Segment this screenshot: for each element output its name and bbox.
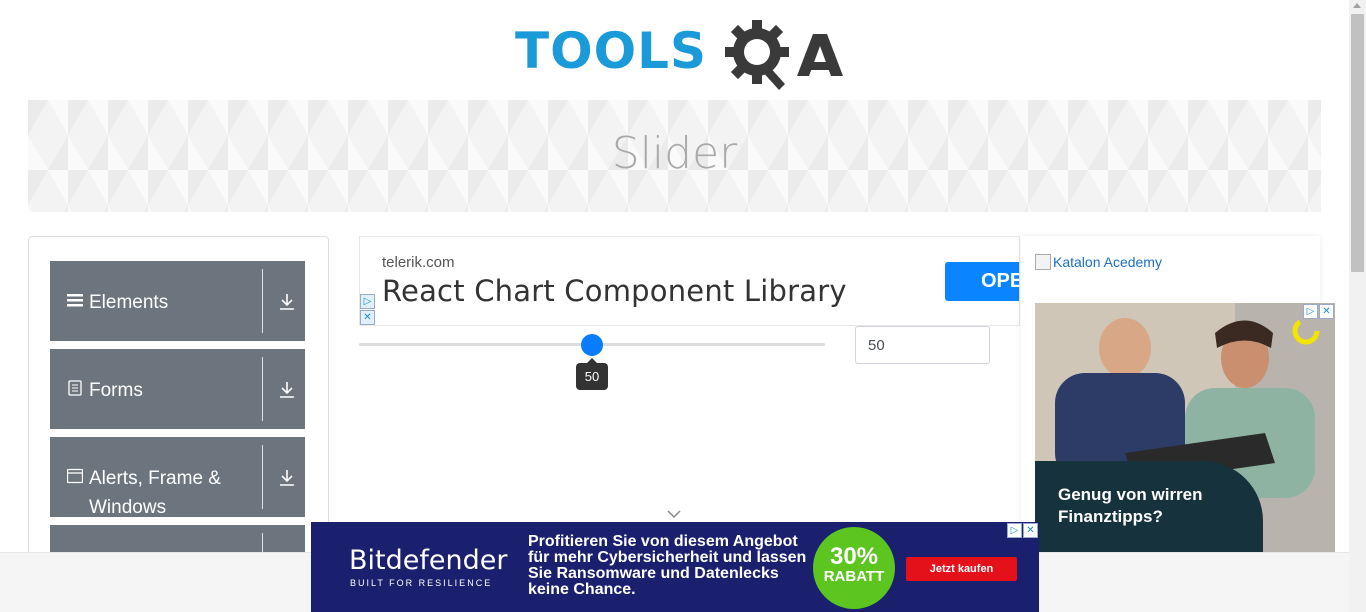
broken-image-icon <box>1035 254 1051 270</box>
slider-tooltip: 50 <box>576 358 608 390</box>
ad-headline[interactable]: React Chart Component Library <box>382 274 847 308</box>
divider <box>262 445 263 509</box>
logo-tools-text: TOOLS <box>515 22 707 80</box>
vertical-scrollbar[interactable] <box>1349 0 1366 612</box>
download-arrow-icon[interactable] <box>278 381 296 399</box>
adchoices-icon[interactable]: ▷ <box>1007 523 1022 538</box>
katalon-alt-text[interactable]: Katalon Acedemy <box>1053 254 1162 270</box>
bitdefender-ad[interactable]: Bitdefender BUILT FOR RESILIENCE Profiti… <box>311 522 1039 612</box>
chevron-down-icon <box>667 510 681 519</box>
slider-value-input[interactable]: 50 <box>855 326 990 364</box>
document-icon <box>68 380 82 396</box>
divider <box>262 357 263 421</box>
page-title: Slider <box>611 128 738 179</box>
page-banner: Slider <box>28 100 1321 212</box>
download-arrow-icon[interactable] <box>278 469 296 487</box>
buy-now-button[interactable]: Jetzt kaufen <box>906 557 1017 581</box>
ad-tagline: BUILT FOR RESILIENCE <box>350 578 493 588</box>
adchoices-icon[interactable]: ▷ <box>360 294 375 309</box>
window-icon <box>67 468 83 484</box>
logo-gear-qa-icon <box>725 20 843 90</box>
nav-group-elements[interactable]: Elements <box>50 261 305 341</box>
page: TOOLS Slider Elements Forms Alerts, Fram… <box>0 0 1366 612</box>
nav-group-alerts-frame-windows[interactable]: Alerts, Frame & Windows <box>50 437 305 518</box>
finance-photo-ad[interactable]: Genug von wirren Finanztipps? ▷ ✕ <box>1035 303 1335 552</box>
ad-close-icon[interactable]: ✕ <box>1023 523 1038 538</box>
katalon-ad-image[interactable]: Katalon Acedemy <box>1035 254 1162 270</box>
download-arrow-icon[interactable] <box>278 293 296 311</box>
nav-group-label: Elements <box>89 292 169 313</box>
discount-badge: 30% RABATT <box>813 527 895 609</box>
ad-close-icon[interactable]: ✕ <box>1319 304 1334 319</box>
ad-brand: Bitdefender <box>349 545 508 576</box>
ad-close-icon[interactable]: ✕ <box>360 310 375 325</box>
nav-group-forms[interactable]: Forms <box>50 349 305 429</box>
divider <box>262 269 263 333</box>
ad-copy: Profitieren Sie von diesem Angebot für m… <box>528 533 807 598</box>
scrollbar-thumb[interactable] <box>1351 14 1364 272</box>
slider-thumb[interactable] <box>581 334 603 356</box>
scroll-up-arrow-icon[interactable] <box>1353 3 1361 8</box>
discount-percent: 30% <box>829 543 879 570</box>
left-panel: Elements Forms Alerts, Frame & Windows <box>28 236 329 605</box>
ad-open-button[interactable]: OPE <box>945 262 1019 301</box>
discount-label: RABATT <box>823 568 885 585</box>
ad-domain: telerik.com <box>382 254 455 271</box>
nav-group-label: Forms <box>89 380 143 401</box>
nav-group-label: Alerts, Frame & Windows <box>89 468 221 518</box>
ad-caption-text[interactable]: Genug von wirren Finanztipps? <box>1058 484 1258 528</box>
menu-icon <box>67 294 83 307</box>
toolsqa-logo[interactable]: TOOLS <box>515 14 843 92</box>
adchoices-icon[interactable]: ▷ <box>1303 304 1318 319</box>
ad-banner-telerik[interactable]: telerik.com React Chart Component Librar… <box>359 236 1020 326</box>
